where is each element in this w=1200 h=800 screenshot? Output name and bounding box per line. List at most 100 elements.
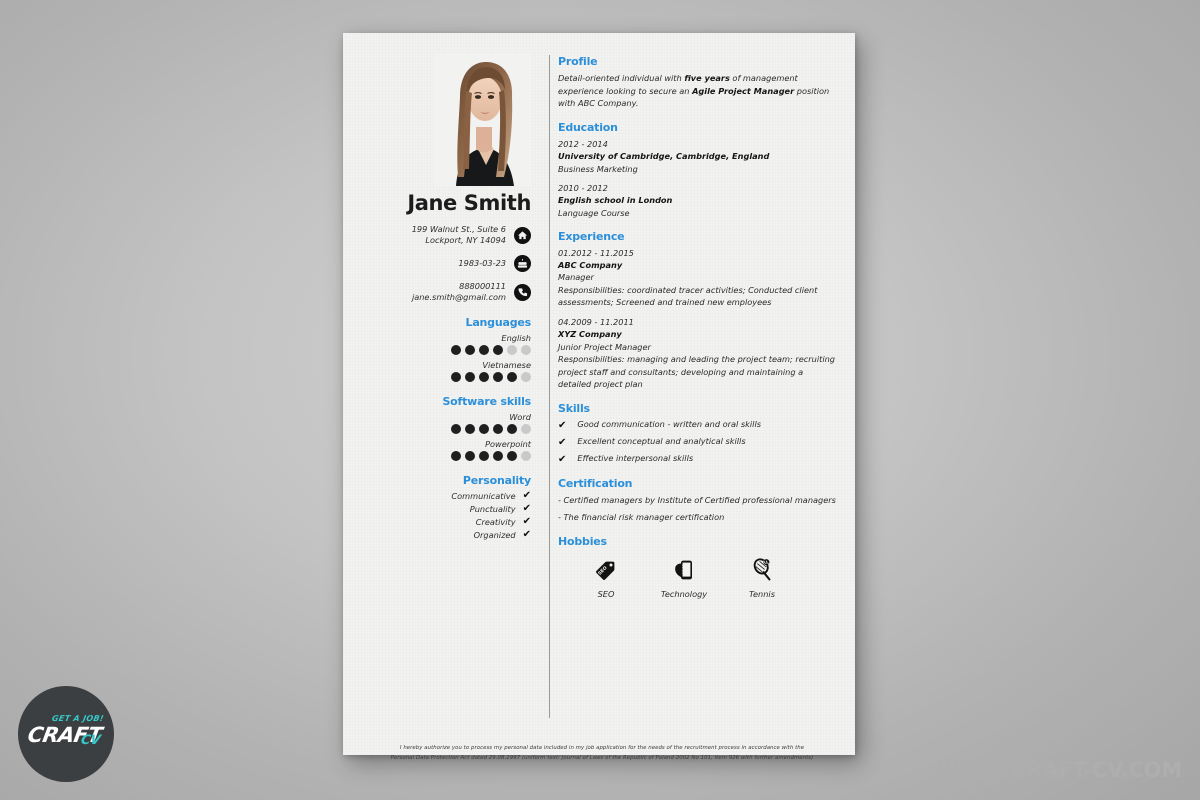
skill-text: Good communication - written and oral sk… [577,419,761,430]
entry-description: Responsibilities: managing and leading t… [558,354,835,390]
check-icon: ✔ [558,454,567,466]
skill-item: ✔ Excellent conceptual and analytical sk… [558,436,836,449]
rating-dot-filled [493,372,503,383]
rating-dot-filled [479,424,489,435]
avatar [434,53,531,186]
cv-left-column: Jane Smith 199 Walnut St., Suite 6 Lockp… [343,33,549,543]
entry-date: 2012 - 2014 [558,139,608,150]
rating-dot-empty [521,345,531,356]
rating-dot-empty [507,345,517,356]
contact-row-birthdate: 1983-03-23 [357,255,531,273]
site-url-watermark: WWW.CRAFT-CV.COM [936,758,1182,782]
rating-dot-filled [479,451,489,462]
trait-item: Communicative ✔ [357,491,531,502]
rating-dot-filled [465,345,475,356]
check-icon: ✔ [522,503,531,515]
entry-date: 2010 - 2012 [558,183,608,193]
hand-holding-phone-icon [658,555,710,585]
entry-organization: XYZ Company [558,329,622,340]
rating-dot-filled [451,345,461,356]
rating-item-vietnamese: Vietnamese [357,360,531,383]
phone-email-text: 888000111 jane.smith@gmail.com [411,281,506,303]
section-heading-hobbies: Hobbies [558,534,607,548]
contact-row-phone-email: 888000111 jane.smith@gmail.com [357,281,531,303]
portrait-photo-icon [434,53,531,186]
trait-item: Punctuality ✔ [357,503,531,515]
address-text: 199 Walnut St., Suite 6 Lockport, NY 140… [411,224,506,246]
seo-tag-icon: SEO [580,555,632,585]
trait-label: Organized [473,530,516,541]
entry-date: 04.2009 - 11.2011 [558,317,634,328]
education-entry: 2012 - 2014 University of Cambridge, Cam… [558,138,836,175]
rating-dots [357,451,531,462]
section-heading-certification: Certification [558,477,633,491]
skill-text: Excellent conceptual and analytical skil… [577,436,746,447]
rating-label: Powerpoint [485,439,531,450]
check-icon: ✔ [558,420,567,432]
section-profile: Profile Detail-oriented individual with … [558,55,836,110]
section-heading-profile: Profile [558,55,598,68]
hobby-label: Tennis [749,588,775,599]
logo-tagline: GET A JOB! [51,714,105,723]
entry-subtitle: Language Course [558,207,630,218]
phone-icon [514,283,531,301]
rating-dot-filled [507,451,517,462]
section-heading-personality: Personality [462,474,531,488]
rating-dot-filled [507,372,517,383]
entry-description: Responsibilities: coordinated tracer act… [558,284,818,308]
page-title: Jane Smith [407,191,531,215]
logo-suffix: CV [79,733,102,748]
experience-entry: 04.2009 - 11.2011 XYZ Company Junior Pro… [558,316,836,391]
rating-dot-filled [493,424,503,435]
hobby-item-tennis: Tennis [736,555,788,599]
rating-dot-empty [521,451,531,462]
section-heading-software-skills: Software skills [442,395,531,409]
rating-dot-filled [465,424,475,435]
section-heading-languages: Languages [465,316,532,330]
craft-cv-logo[interactable]: GET A JOB! CRAFT CV [18,686,114,782]
rating-dot-filled [507,424,517,435]
education-entry: 2010 - 2012 English school in London Lan… [558,182,836,219]
rating-item-english: English [357,333,531,356]
check-icon: ✔ [522,516,531,528]
hobby-label: SEO [597,588,615,599]
skill-text: Effective interpersonal skills [577,453,694,464]
entry-organization: English school in London [558,195,673,206]
section-skills: Skills ✔ Good communication - written an… [558,402,836,466]
rating-dot-filled [493,451,503,462]
rating-dot-filled [479,345,489,356]
rating-dot-filled [451,372,461,383]
skill-item: ✔ Effective interpersonal skills [558,453,836,466]
rating-item-powerpoint: Powerpoint [357,439,531,462]
check-icon: ✔ [522,529,531,541]
entry-date: 01.2012 - 11.2015 [558,247,634,258]
footer-line-1: I hereby authorize you to process my per… [399,745,805,751]
entry-organization: University of Cambridge, Cambridge, Engl… [558,151,770,162]
section-hobbies: Hobbies SEO SEO Technology Tennis [558,535,836,599]
rating-dot-filled [465,372,475,383]
birthdate-text: 1983-03-23 [458,258,506,269]
rating-dots [357,424,531,435]
section-heading-experience: Experience [558,229,625,243]
hobby-item-seo: SEO SEO [580,555,632,599]
rating-dot-filled [451,451,461,462]
rating-dot-filled [465,451,475,462]
rating-dot-filled [451,424,461,435]
cv-right-column: Profile Detail-oriented individual with … [558,55,836,610]
rating-label: Vietnamese [482,360,531,371]
cv-document-page: Jane Smith 199 Walnut St., Suite 6 Lockp… [343,33,855,761]
entry-organization: ABC Company [558,260,623,271]
rating-label: Word [509,412,531,423]
profile-text: Detail-oriented individual with five yea… [558,73,830,109]
rating-dot-filled [493,345,503,356]
rating-dot-empty [521,424,531,435]
footer-line-2: Personal Data Protection Act dated 29.08… [390,755,814,761]
tennis-racket-icon [736,555,788,585]
home-icon [514,226,531,244]
logo-inner: GET A JOB! CRAFT CV [26,713,106,755]
section-heading-education: Education [558,121,618,135]
section-certification: Certification - Certified managers by In… [558,477,836,523]
certification-item: - The financial risk manager certificati… [558,511,725,522]
legal-consent-footer: I hereby authorize you to process my per… [377,743,827,763]
entry-subtitle: Manager [558,272,594,283]
